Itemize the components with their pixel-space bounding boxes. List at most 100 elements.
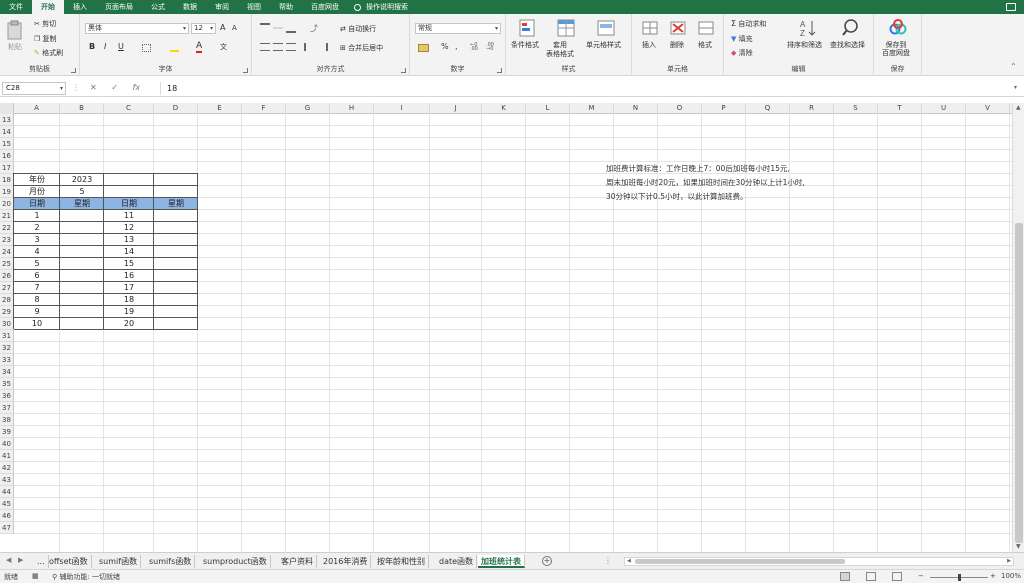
alignment-launcher[interactable]	[401, 68, 406, 73]
fill-color-icon[interactable]	[170, 44, 179, 52]
row-header[interactable]: 29	[0, 306, 14, 318]
more-options-icon[interactable]: ⋮	[72, 83, 80, 92]
cancel-icon[interactable]: ✕	[90, 83, 97, 92]
format-as-table-label[interactable]: 套用 表格格式	[546, 41, 574, 59]
vertical-scroll-thumb[interactable]	[1015, 223, 1023, 543]
menu-file[interactable]: 文件	[0, 0, 32, 14]
column-header[interactable]: M	[570, 103, 614, 114]
note-line-2[interactable]: 周末加班每小时20元，如果加班时间在30分钟以上计1小时,	[606, 177, 805, 188]
sheet-tab[interactable]: sumproduct函数	[200, 555, 271, 568]
column-header[interactable]: S	[834, 103, 878, 114]
wrap-text-button[interactable]: ⇄ 自动换行	[340, 24, 376, 34]
row-header[interactable]: 43	[0, 474, 14, 486]
column-header[interactable]: F	[242, 103, 286, 114]
format-as-table-icon[interactable]	[556, 18, 576, 38]
column-header[interactable]: L	[526, 103, 570, 114]
accounting-format-icon[interactable]	[418, 44, 429, 52]
column-header[interactable]: N	[614, 103, 658, 114]
page-break-view-button[interactable]	[892, 572, 902, 581]
find-select-icon[interactable]	[840, 18, 860, 38]
align-right-icon[interactable]	[286, 43, 296, 51]
row-header[interactable]: 13	[0, 114, 14, 126]
next-sheet-icon[interactable]: ▶	[18, 556, 23, 564]
column-header[interactable]: C	[104, 103, 154, 114]
row-header[interactable]: 26	[0, 270, 14, 282]
tell-me-search[interactable]: 操作说明搜索	[354, 2, 408, 12]
save-to-netdisk-label[interactable]: 保存到 百度网盘	[882, 41, 910, 57]
row-header[interactable]: 30	[0, 318, 14, 330]
fill-button[interactable]: ▼ 填充	[731, 34, 753, 44]
insert-function-button[interactable]: fx	[133, 83, 141, 92]
sheet-tab[interactable]: 2016年消费	[320, 555, 372, 568]
column-header[interactable]: A	[14, 103, 60, 114]
font-launcher[interactable]	[243, 68, 248, 73]
scroll-right-icon[interactable]: ▶	[1007, 558, 1011, 564]
delete-cells-icon[interactable]	[668, 18, 688, 38]
column-header[interactable]: T	[878, 103, 922, 114]
expand-formula-bar-icon[interactable]: ▾	[1014, 84, 1017, 91]
column-header[interactable]: J	[430, 103, 482, 114]
menu-data[interactable]: 数据	[174, 0, 206, 14]
font-color-button[interactable]: A	[196, 41, 203, 53]
align-top-icon[interactable]	[260, 23, 270, 33]
name-box[interactable]: C28 ▾	[2, 82, 66, 95]
row-header[interactable]: 35	[0, 378, 14, 390]
row-header[interactable]: 14	[0, 126, 14, 138]
menu-insert[interactable]: 插入	[64, 0, 96, 14]
row-header[interactable]: 15	[0, 138, 14, 150]
row-header[interactable]: 42	[0, 462, 14, 474]
sheet-tab[interactable]: 按年龄和性别	[374, 555, 429, 568]
format-label[interactable]: 格式	[698, 41, 712, 50]
column-header[interactable]: U	[922, 103, 966, 114]
scroll-up-icon[interactable]: ▲	[1016, 104, 1021, 111]
note-line-3[interactable]: 30分钟以下计0.5小时，以此计算加班费。	[606, 191, 747, 202]
row-header[interactable]: 41	[0, 450, 14, 462]
row-header[interactable]: 23	[0, 234, 14, 246]
row-header[interactable]: 33	[0, 354, 14, 366]
sort-filter-icon[interactable]: A Z	[798, 18, 818, 38]
align-left-icon[interactable]	[260, 43, 270, 51]
zoom-out-button[interactable]: −	[918, 572, 924, 580]
row-header[interactable]: 25	[0, 258, 14, 270]
column-header[interactable]: D	[154, 103, 198, 114]
italic-button[interactable]: I	[104, 42, 106, 51]
shrink-font-button[interactable]: A	[232, 24, 237, 32]
phonetic-button[interactable]: 文	[220, 42, 227, 52]
row-header[interactable]: 40	[0, 438, 14, 450]
enter-icon[interactable]: ✓	[111, 83, 118, 92]
increase-indent-icon[interactable]	[318, 43, 328, 51]
row-header[interactable]: 31	[0, 330, 14, 342]
row-header[interactable]: 27	[0, 282, 14, 294]
horizontal-scrollbar[interactable]: ◀ ▶	[624, 557, 1014, 566]
sheet-tab[interactable]: 客户资料	[278, 555, 317, 568]
insert-cells-icon[interactable]	[640, 18, 660, 38]
align-bottom-icon[interactable]	[286, 23, 296, 33]
row-header[interactable]: 47	[0, 522, 14, 534]
collapse-ribbon-icon[interactable]: ⌃	[1010, 62, 1017, 71]
format-painter-button[interactable]: ✎ 格式刷	[34, 48, 63, 58]
sheet-tab[interactable]: offset函数	[46, 555, 92, 568]
accessibility-status[interactable]: ⚲ 辅助功能: 一切就绪	[52, 572, 120, 582]
row-header[interactable]: 22	[0, 222, 14, 234]
column-header[interactable]: R	[790, 103, 834, 114]
font-name-select[interactable]: 黑体 ▾	[85, 23, 189, 34]
row-header[interactable]: 16	[0, 150, 14, 162]
row-header[interactable]: 17	[0, 162, 14, 174]
sheet-tab[interactable]: sumif函数	[96, 555, 142, 568]
menu-formulas[interactable]: 公式	[142, 0, 174, 14]
comma-button[interactable]: ,	[455, 42, 458, 51]
zoom-level[interactable]: 100%	[1001, 572, 1021, 580]
row-header[interactable]: 28	[0, 294, 14, 306]
row-header[interactable]: 21	[0, 210, 14, 222]
format-cells-icon[interactable]	[696, 18, 716, 38]
column-header[interactable]: Q	[746, 103, 790, 114]
border-icon[interactable]	[142, 44, 151, 52]
conditional-formatting-label[interactable]: 条件格式	[511, 41, 539, 50]
paste-icon[interactable]	[7, 20, 27, 40]
normal-view-button[interactable]	[840, 572, 850, 581]
column-header[interactable]: H	[330, 103, 374, 114]
note-line-1[interactable]: 加班费计算标准：工作日晚上7：00后加班每小时15元,	[606, 163, 790, 174]
zoom-in-button[interactable]: +	[990, 572, 996, 580]
column-header[interactable]: P	[702, 103, 746, 114]
row-header[interactable]: 18	[0, 174, 14, 186]
